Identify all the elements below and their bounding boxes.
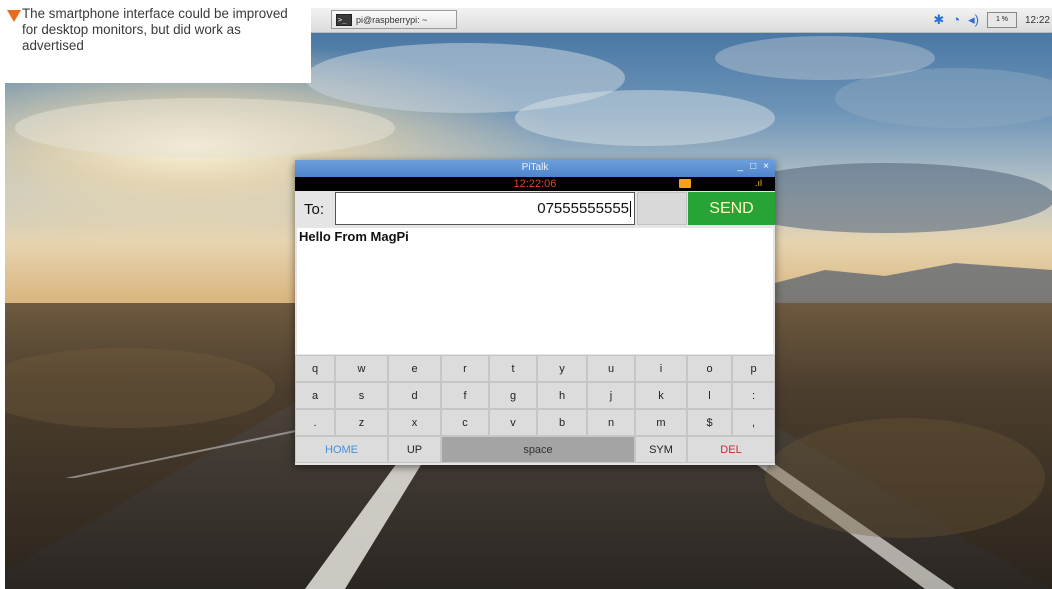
key-j[interactable]: j <box>587 382 635 409</box>
signal-strength-icon: .ıl <box>755 178 763 188</box>
key-n[interactable]: n <box>587 409 635 436</box>
caption-box: The smartphone interface could be improv… <box>0 0 311 83</box>
cpu-monitor: 1 % <box>986 12 1017 28</box>
pitalk-window: PiTalk _ □ × 12:22:06 .ıl To: 0755555555… <box>295 160 775 465</box>
close-icon[interactable]: × <box>763 161 769 172</box>
phone-status-bar: 12:22:06 .ıl <box>295 177 775 191</box>
key-r[interactable]: r <box>441 355 489 382</box>
clock[interactable]: 12:22 <box>1025 15 1050 26</box>
text-caret <box>630 201 631 218</box>
key-y[interactable]: y <box>537 355 587 382</box>
key-x[interactable]: x <box>388 409 441 436</box>
key-w[interactable]: w <box>335 355 388 382</box>
recipient-number-field[interactable]: 07555555555 <box>335 192 635 225</box>
terminal-task-button[interactable]: >_ pi@raspberrypi: ~ <box>331 10 457 29</box>
on-screen-keyboard: q w e r t y u i o p a s d f g h j k l : … <box>295 354 775 465</box>
message-text: Hello From MagPi <box>299 229 409 244</box>
wifi-icon[interactable]: ◔ <box>952 8 960 32</box>
up-key[interactable]: UP <box>388 436 441 463</box>
key-dollar[interactable]: $ <box>687 409 732 436</box>
key-d[interactable]: d <box>388 382 441 409</box>
key-period[interactable]: . <box>295 409 335 436</box>
window-titlebar[interactable]: PiTalk _ □ × <box>295 160 775 177</box>
key-s[interactable]: s <box>335 382 388 409</box>
key-m[interactable]: m <box>635 409 687 436</box>
key-q[interactable]: q <box>295 355 335 382</box>
key-o[interactable]: o <box>687 355 732 382</box>
send-button[interactable]: SEND <box>688 192 775 225</box>
bluetooth-icon[interactable]: ✱ <box>933 8 944 32</box>
key-z[interactable]: z <box>335 409 388 436</box>
system-tray: ✱ ◔ ◂) 1 % 12:22 <box>933 8 1052 32</box>
key-p[interactable]: p <box>732 355 775 382</box>
key-h[interactable]: h <box>537 382 587 409</box>
key-f[interactable]: f <box>441 382 489 409</box>
delete-key[interactable]: DEL <box>687 436 775 463</box>
key-c[interactable]: c <box>441 409 489 436</box>
caption-text: The smartphone interface could be improv… <box>22 6 288 53</box>
window-title: PiTalk <box>521 162 549 173</box>
task-button-label: pi@raspberrypi: ~ <box>356 14 428 25</box>
blank-button[interactable] <box>637 192 687 225</box>
space-key[interactable]: space <box>441 436 635 463</box>
key-colon[interactable]: : <box>732 382 775 409</box>
key-e[interactable]: e <box>388 355 441 382</box>
caption-arrow-icon <box>7 10 21 22</box>
recipient-number: 07555555555 <box>537 200 629 217</box>
home-key[interactable]: HOME <box>295 436 388 463</box>
key-t[interactable]: t <box>489 355 537 382</box>
terminal-icon: >_ <box>336 13 352 26</box>
mail-icon <box>679 179 691 188</box>
status-time: 12:22:06 <box>513 178 557 190</box>
key-k[interactable]: k <box>635 382 687 409</box>
key-b[interactable]: b <box>537 409 587 436</box>
recipient-row: To: 07555555555 SEND <box>295 191 775 228</box>
key-l[interactable]: l <box>687 382 732 409</box>
to-label: To: <box>304 201 325 218</box>
maximize-icon[interactable]: □ <box>750 161 756 172</box>
key-u[interactable]: u <box>587 355 635 382</box>
message-text-area[interactable]: Hello From MagPi <box>297 228 773 354</box>
key-comma[interactable]: , <box>732 409 775 436</box>
key-a[interactable]: a <box>295 382 335 409</box>
volume-icon[interactable]: ◂) <box>968 8 979 32</box>
sym-key[interactable]: SYM <box>635 436 687 463</box>
key-g[interactable]: g <box>489 382 537 409</box>
window-controls: _ □ × <box>738 161 769 172</box>
minimize-icon[interactable]: _ <box>738 161 744 172</box>
key-v[interactable]: v <box>489 409 537 436</box>
key-i[interactable]: i <box>635 355 687 382</box>
